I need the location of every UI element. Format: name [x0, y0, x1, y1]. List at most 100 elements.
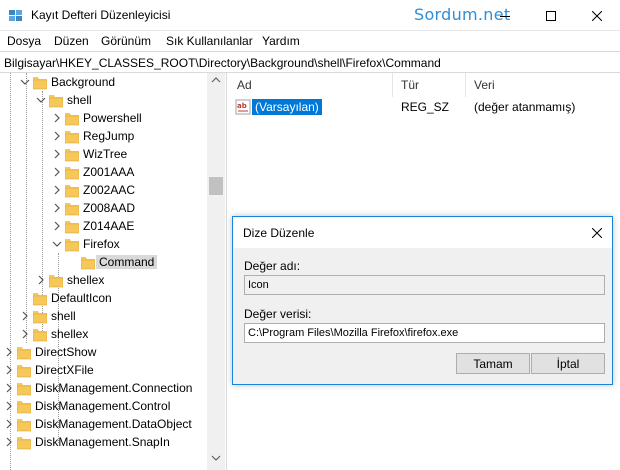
chevron-right-icon[interactable]: [4, 436, 14, 448]
menu-edit[interactable]: Düzen: [54, 34, 89, 48]
chevron-right-icon[interactable]: [4, 418, 14, 430]
dialog-title: Dize Düzenle: [243, 226, 315, 240]
address-path: Bilgisayar\HKEY_CLASSES_ROOT\Directory\B…: [4, 56, 441, 70]
tree-node[interactable]: WizTree: [0, 145, 207, 163]
chevron-right-icon[interactable]: [4, 346, 14, 358]
registry-editor-icon: [9, 10, 22, 21]
minimize-icon: [500, 15, 510, 17]
chevron-right-icon[interactable]: [4, 400, 14, 412]
tree-node[interactable]: DirectXFile: [0, 361, 207, 379]
tree-node[interactable]: Z008AAD: [0, 199, 207, 217]
menu-view[interactable]: Görünüm: [101, 34, 151, 48]
tree-node-label: WizTree: [83, 147, 128, 161]
tree-node[interactable]: Powershell: [0, 109, 207, 127]
scroll-up-icon[interactable]: [211, 76, 221, 84]
chevron-right-icon[interactable]: [20, 310, 30, 322]
tree-node[interactable]: shellex: [0, 325, 207, 343]
registry-tree: Background shell Powershell RegJump WizTree Z…: [0, 73, 226, 470]
svg-text:ab: ab: [237, 102, 247, 110]
folder-icon: [17, 347, 31, 360]
chevron-right-icon[interactable]: [52, 184, 62, 196]
ok-button[interactable]: Tamam: [456, 353, 530, 374]
column-header-data[interactable]: Veri: [466, 73, 620, 97]
chevron-down-icon[interactable]: [36, 94, 46, 106]
menu-help[interactable]: Yardım: [262, 34, 300, 48]
chevron-right-icon[interactable]: [52, 130, 62, 142]
minimize-button[interactable]: [482, 0, 528, 31]
window-title: Kayıt Defteri Düzenleyicisi: [31, 8, 171, 22]
folder-icon: [65, 221, 79, 234]
value-data-input[interactable]: C:\Program Files\Mozilla Firefox\firefox…: [244, 323, 605, 343]
tree-node[interactable]: shell: [0, 307, 207, 325]
folder-icon: [33, 293, 47, 306]
tree-node[interactable]: Command: [0, 253, 207, 271]
value-data-label: Değer verisi:: [244, 307, 312, 321]
folder-icon: [65, 131, 79, 144]
chevron-right-icon[interactable]: [52, 112, 62, 124]
chevron-right-icon[interactable]: [52, 220, 62, 232]
chevron-down-icon[interactable]: [52, 238, 62, 250]
chevron-down-icon[interactable]: [20, 76, 30, 88]
address-bar[interactable]: Bilgisayar\HKEY_CLASSES_ROOT\Directory\B…: [0, 51, 620, 73]
chevron-right-icon[interactable]: [52, 202, 62, 214]
tree-node-label: DiskManagement.Control: [35, 399, 171, 413]
tree-node[interactable]: DiskManagement.DataObject: [0, 415, 207, 433]
tree-node-label: DirectXFile: [35, 363, 94, 377]
tree-node-label: shell: [67, 93, 92, 107]
chevron-right-icon[interactable]: [4, 364, 14, 376]
folder-icon: [65, 113, 79, 126]
tree-node[interactable]: shell: [0, 91, 207, 109]
value-name: (Varsayılan): [252, 99, 322, 115]
chevron-right-icon[interactable]: [36, 274, 46, 286]
folder-icon: [49, 275, 63, 288]
tree-node[interactable]: Firefox: [0, 235, 207, 253]
column-header-type[interactable]: Tür: [393, 73, 466, 97]
folder-icon: [33, 329, 47, 342]
folder-icon: [65, 167, 79, 180]
tree-node-label: DiskManagement.SnapIn: [35, 435, 170, 449]
chevron-right-icon[interactable]: [4, 382, 14, 394]
tree-node[interactable]: Background: [0, 73, 207, 91]
tree-node-label: Z008AAD: [83, 201, 136, 215]
column-header-name[interactable]: Ad: [230, 73, 393, 97]
tree-node-label: Z001AAA: [83, 165, 135, 179]
tree-node[interactable]: Z002AAC: [0, 181, 207, 199]
folder-icon: [17, 437, 31, 450]
tree-node[interactable]: Z014AAE: [0, 217, 207, 235]
scroll-thumb[interactable]: [209, 177, 223, 195]
tree-node[interactable]: DiskManagement.Connection: [0, 379, 207, 397]
string-value-icon: ab: [235, 99, 251, 115]
maximize-button[interactable]: [528, 0, 574, 31]
folder-icon: [65, 185, 79, 198]
menu-favorites[interactable]: Sık Kullanılanlar: [166, 34, 253, 48]
value-name-field[interactable]: Icon: [244, 275, 605, 295]
chevron-right-icon[interactable]: [20, 328, 30, 340]
tree-node[interactable]: DefaultIcon: [0, 289, 207, 307]
tree-node[interactable]: DirectShow: [0, 343, 207, 361]
tree-node[interactable]: Z001AAA: [0, 163, 207, 181]
tree-node-label: Powershell: [83, 111, 142, 125]
tree-node[interactable]: shellex: [0, 271, 207, 289]
tree-node-label: DiskManagement.DataObject: [35, 417, 192, 431]
scroll-down-icon[interactable]: [211, 454, 221, 462]
folder-icon: [49, 95, 63, 108]
cancel-button[interactable]: İptal: [531, 353, 605, 374]
maximize-icon: [546, 10, 556, 21]
tree-scrollbar[interactable]: [207, 73, 225, 470]
menu-file[interactable]: Dosya: [7, 34, 41, 48]
tree-node-label: Background: [51, 75, 116, 89]
folder-icon: [33, 311, 47, 324]
close-icon: [591, 227, 602, 238]
tree-node[interactable]: DiskManagement.SnapIn: [0, 433, 207, 451]
dialog-close-button[interactable]: [581, 217, 612, 248]
tree-node[interactable]: DiskManagement.Control: [0, 397, 207, 415]
tree-node[interactable]: RegJump: [0, 127, 207, 145]
chevron-right-icon[interactable]: [52, 148, 62, 160]
value-row[interactable]: ab (Varsayılan) REG_SZ (değer atanmamış): [230, 97, 620, 117]
title-bar: Kayıt Defteri Düzenleyicisi Sordum.net: [0, 0, 620, 31]
close-button[interactable]: [574, 0, 620, 31]
tree-node-label: shellex: [67, 273, 105, 287]
tree-node-label: Command: [96, 255, 158, 269]
chevron-right-icon[interactable]: [52, 166, 62, 178]
tree-node-label: RegJump: [83, 129, 135, 143]
